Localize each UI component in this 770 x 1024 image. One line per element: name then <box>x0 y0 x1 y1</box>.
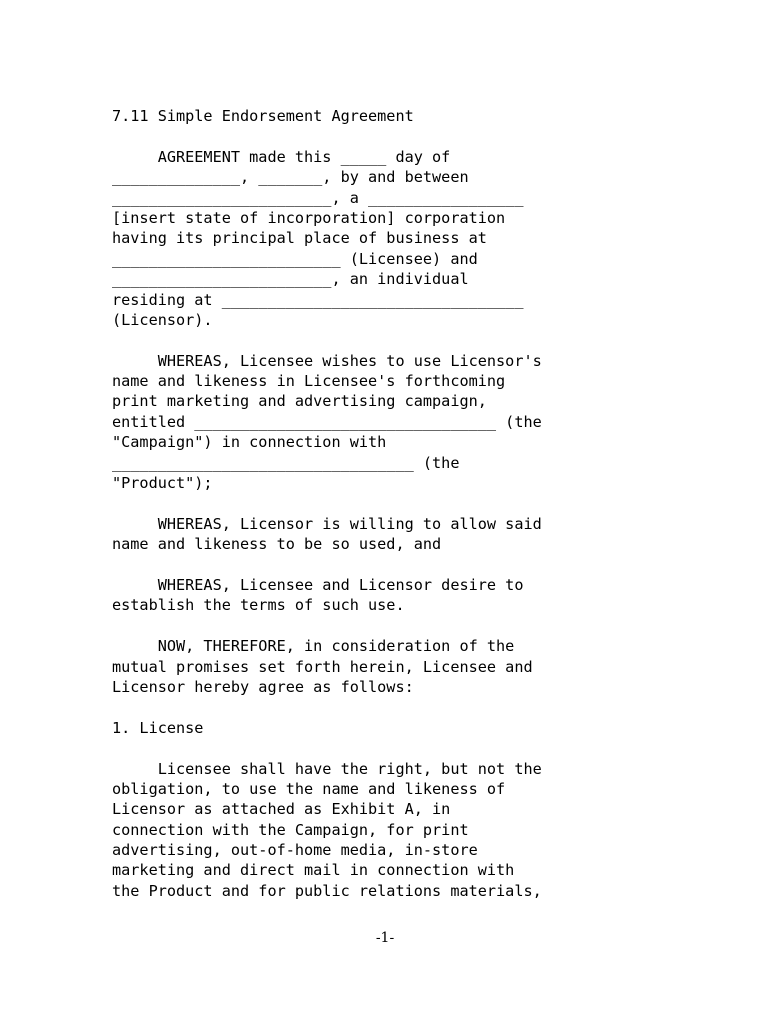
document-page: 7.11 Simple Endorsement Agreement AGREEM… <box>0 0 770 1024</box>
document-line: AGREEMENT made this _____ day of <box>112 147 451 166</box>
document-line: (Licensor). <box>112 310 213 329</box>
document-line: WHEREAS, Licensee wishes to use Licensor… <box>112 351 542 370</box>
document-line: the Product and for public relations mat… <box>112 881 542 900</box>
document-line: entitled _______________________________… <box>112 412 542 431</box>
document-line: having its principal place of business a… <box>112 229 487 248</box>
document-line: Licensor hereby agree as follows: <box>112 677 414 696</box>
document-line: ________________________, a ____________… <box>112 188 524 207</box>
document-line: Licensor as attached as Exhibit A, in <box>112 800 451 819</box>
document-line: WHEREAS, Licensor is willing to allow sa… <box>112 514 542 533</box>
document-line: Licensee shall have the right, but not t… <box>112 759 542 778</box>
document-line: establish the terms of such use. <box>112 596 405 615</box>
document-line: mutual promises set forth herein, Licens… <box>112 657 533 676</box>
document-line: "Campaign") in connection with <box>112 433 387 452</box>
document-line: print marketing and advertising campaign… <box>112 392 487 411</box>
document-line: _________________________________ (the <box>112 453 460 472</box>
document-line: residing at ____________________________… <box>112 290 524 309</box>
document-line: "Product"); <box>112 474 213 493</box>
document-line: _________________________ (Licensee) and <box>112 249 478 268</box>
document-line: name and likeness in Licensee's forthcom… <box>112 372 506 391</box>
document-line: 1. License <box>112 718 204 737</box>
document-line: advertising, out-of-home media, in-store <box>112 841 478 860</box>
document-line: obligation, to use the name and likeness… <box>112 779 506 798</box>
document-line: marketing and direct mail in connection … <box>112 861 515 880</box>
page-number-footer: -1- <box>375 930 395 946</box>
document-line: ______________, _______, by and between <box>112 168 469 187</box>
document-line: WHEREAS, Licensee and Licensor desire to <box>112 575 524 594</box>
document-title-line: 7.11 Simple Endorsement Agreement <box>112 107 414 125</box>
document-line: connection with the Campaign, for print <box>112 820 469 839</box>
document-line: NOW, THEREFORE, in consideration of the <box>112 637 515 656</box>
document-text-body: 7.11 Simple Endorsement Agreement AGREEM… <box>112 106 672 901</box>
document-line: ________________________, an individual <box>112 270 469 289</box>
document-line: [insert state of incorporation] corporat… <box>112 208 506 227</box>
document-line: name and likeness to be so used, and <box>112 535 442 554</box>
